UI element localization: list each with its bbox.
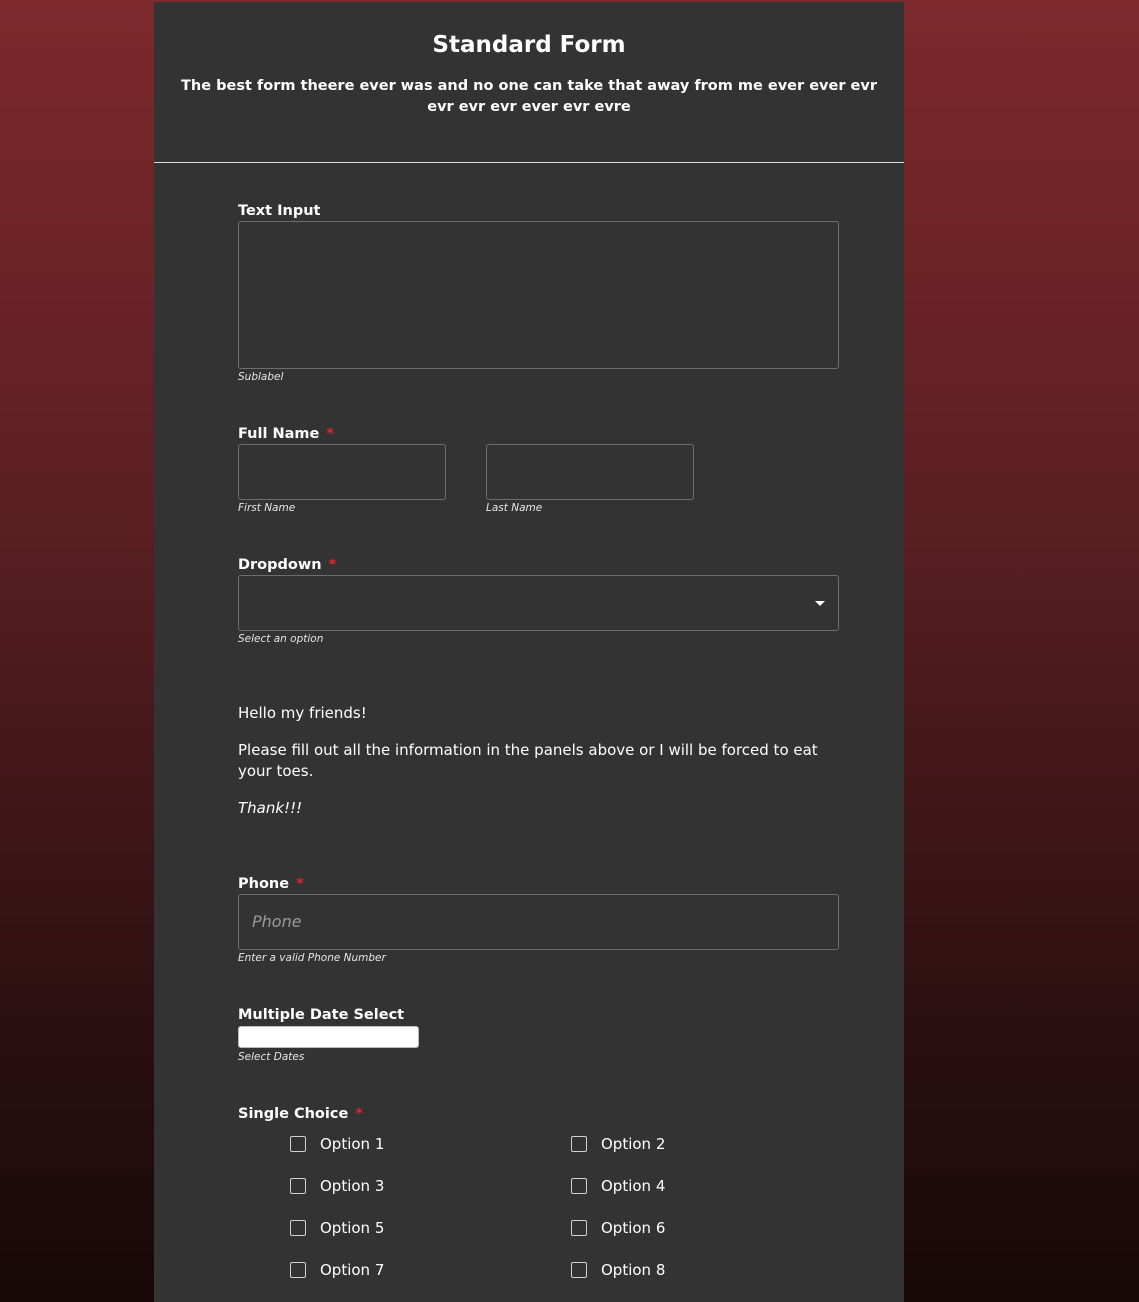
form-card: Standard Form The best form theere ever … [154,2,904,1302]
form-header: Standard Form The best form theere ever … [154,2,904,163]
first-name-sublabel: First Name [238,502,296,514]
checkbox[interactable] [290,1262,306,1278]
required-marker: * [296,876,304,892]
text-input-label: Text Input [238,202,320,220]
text-input-label-text: Text Input [238,203,321,219]
date-select-label: Multiple Date Select [238,1006,404,1024]
form-description: The best form theere ever was and no one… [181,78,877,115]
date-select-input[interactable] [238,1026,419,1048]
message-body: Please fill out all the information in t… [238,741,818,780]
option-label: Option 5 [320,1219,385,1237]
required-marker: * [355,1106,363,1122]
last-name-input[interactable] [486,444,694,500]
option-label: Option 7 [320,1261,385,1279]
checkbox[interactable] [571,1220,587,1236]
required-marker: * [326,426,334,442]
checkbox[interactable] [290,1178,306,1194]
checkbox[interactable] [290,1136,306,1152]
checkbox[interactable] [571,1178,587,1194]
phone-label: Phone * [238,875,304,893]
required-marker: * [328,557,337,573]
dropdown-select[interactable] [238,575,839,631]
option-label: Option 4 [601,1177,666,1195]
option-label: Option 8 [601,1261,666,1279]
checkbox[interactable] [290,1220,306,1236]
text-input-sublabel: Sublabel [238,371,284,383]
first-name-input[interactable] [238,444,446,500]
full-name-label: Full Name * [238,425,334,443]
phone-sublabel: Enter a valid Phone Number [238,952,386,964]
option-label: Option 3 [320,1177,385,1195]
message-signoff: Thank!!! [238,799,303,817]
dropdown-label: Dropdown * [238,556,336,574]
option-label: Option 1 [320,1135,385,1153]
checkbox[interactable] [571,1136,587,1152]
dropdown-sublabel: Select an option [238,633,324,645]
single-choice-label: Single Choice * [238,1105,363,1123]
full-name-label-text: Full Name [238,426,320,442]
form-title: Standard Form [432,32,626,58]
last-name-sublabel: Last Name [486,502,543,514]
date-select-sublabel: Select Dates [238,1051,305,1063]
option-label: Option 2 [601,1135,666,1153]
dropdown-label-text: Dropdown [238,557,322,573]
single-choice-label-text: Single Choice [238,1106,349,1122]
text-input-textarea[interactable] [238,221,839,369]
checkbox[interactable] [571,1262,587,1278]
date-select-label-text: Multiple Date Select [238,1007,405,1023]
caret-down-icon [815,601,825,606]
phone-label-text: Phone [238,876,290,892]
phone-input[interactable]: Phone [238,894,839,950]
option-label: Option 6 [601,1219,666,1237]
message-greeting: Hello my friends! [238,704,367,722]
